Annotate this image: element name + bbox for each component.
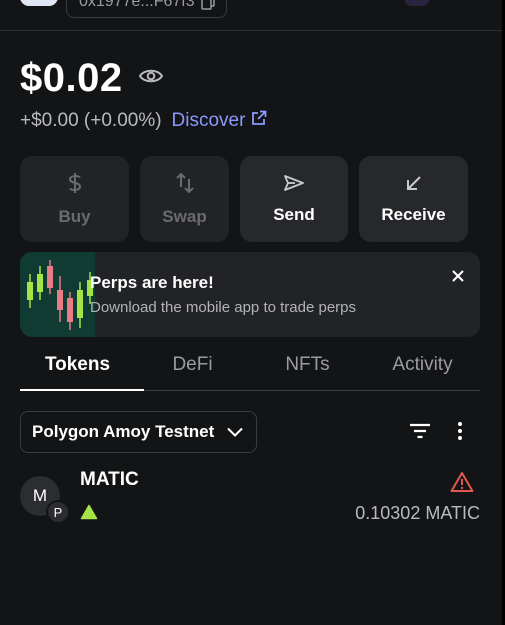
network-filter-select[interactable]: Polygon Amoy Testnet: [20, 411, 258, 453]
warning-icon[interactable]: [450, 471, 474, 493]
close-icon[interactable]: [448, 266, 468, 286]
account-address: 0x1977e...F67f3: [79, 0, 195, 10]
tab-bar: Tokens DeFi NFTs Activity: [20, 340, 480, 391]
perps-banner[interactable]: [20, 252, 480, 337]
network-badge: P: [46, 500, 70, 524]
token-row-matic[interactable]: M P MATIC 0.10302 MATIC: [20, 466, 480, 526]
send-icon: [283, 174, 305, 197]
chevron-down-icon: [226, 422, 244, 442]
receive-button[interactable]: Receive: [359, 156, 468, 242]
copy-icon[interactable]: [200, 0, 216, 10]
swap-label: Swap: [162, 206, 207, 226]
header: 0x1977e...F67f3: [0, 0, 502, 31]
discover-label: Discover: [171, 110, 246, 131]
token-name: MATIC: [80, 469, 139, 490]
balance-section: $0.02: [20, 56, 163, 101]
account-avatar[interactable]: [20, 0, 58, 6]
candlestick-chart-image: [20, 252, 95, 337]
account-address-pill[interactable]: 0x1977e...F67f3: [66, 0, 227, 18]
discover-link[interactable]: Discover: [172, 110, 268, 132]
token-balance: 0.10302 MATIC: [355, 503, 480, 523]
swap-arrows-icon: [175, 172, 195, 199]
send-label: Send: [273, 204, 315, 224]
receive-label: Receive: [381, 204, 446, 224]
filter-icon[interactable]: [408, 420, 432, 442]
dollar-icon: [67, 172, 83, 199]
balance-change: +$0.00 (+0.00%): [20, 110, 162, 131]
total-balance: $0.02: [20, 56, 123, 100]
eye-icon[interactable]: [138, 68, 163, 89]
receive-arrow-icon: [405, 174, 423, 197]
more-vertical-icon[interactable]: [450, 420, 470, 442]
tab-nfts[interactable]: NFTs: [250, 340, 365, 390]
swap-button[interactable]: Swap: [140, 156, 229, 242]
tab-defi[interactable]: DeFi: [135, 340, 250, 390]
tab-tokens[interactable]: Tokens: [20, 340, 144, 391]
network-filter-value: Polygon Amoy Testnet: [32, 422, 215, 441]
tab-activity[interactable]: Activity: [365, 340, 480, 390]
send-button[interactable]: Send: [240, 156, 348, 242]
action-buttons: Buy Swap Send Receive: [20, 156, 468, 242]
banner-title: Perps are here!: [90, 273, 214, 292]
balance-change-row: +$0.00 (+0.00%) Discover: [20, 110, 267, 132]
triangle-up-icon: [80, 504, 98, 520]
buy-label: Buy: [58, 206, 91, 226]
banner-subtitle: Download the mobile app to trade perps: [90, 299, 357, 316]
network-icon[interactable]: [404, 0, 430, 6]
external-link-icon: [251, 110, 267, 132]
buy-button[interactable]: Buy: [20, 156, 129, 242]
